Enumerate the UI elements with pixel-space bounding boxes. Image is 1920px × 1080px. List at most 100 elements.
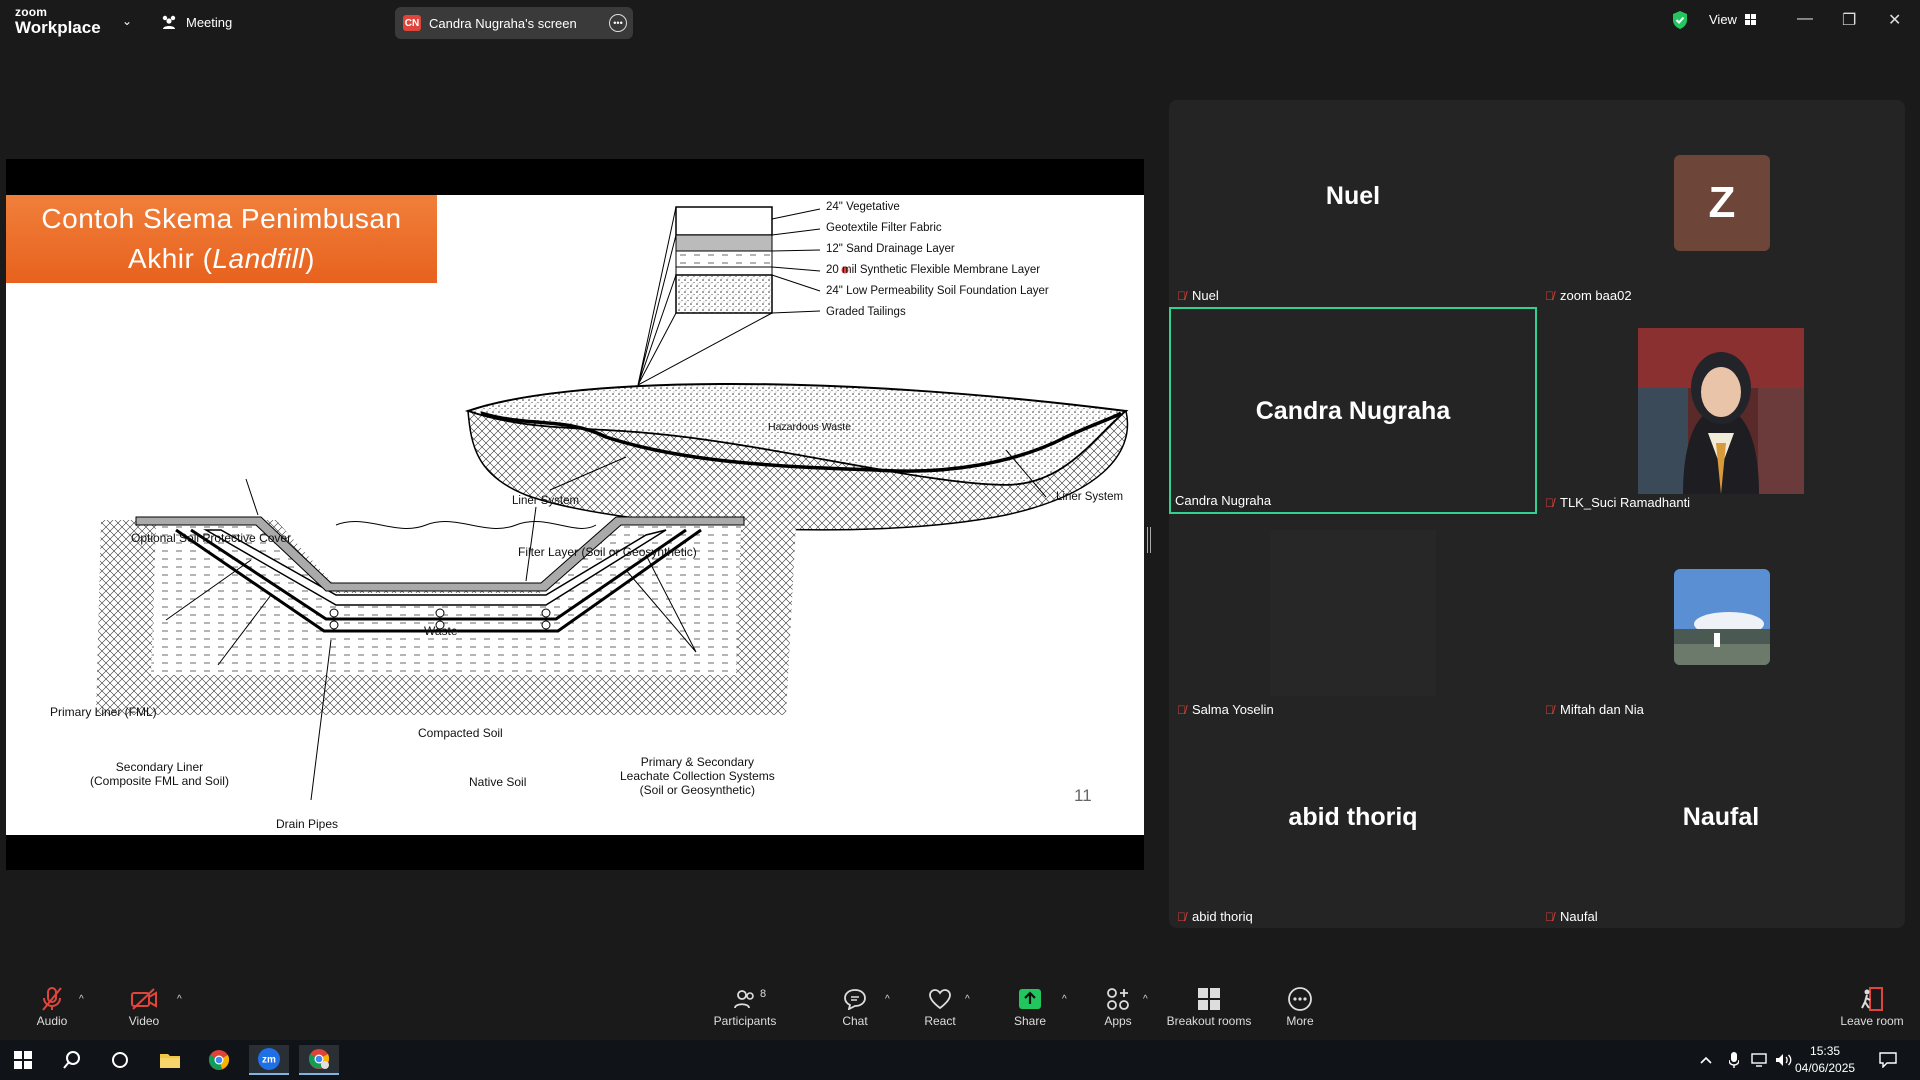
volume-icon[interactable] bbox=[1772, 1045, 1796, 1075]
os-taskbar: zm 15:35 04/06/2025 bbox=[0, 1040, 1920, 1080]
chrome-profile-icon[interactable] bbox=[299, 1045, 339, 1075]
mic-muted-icon: 🎙̸ bbox=[1177, 702, 1186, 717]
minimize-icon[interactable]: — bbox=[1797, 10, 1813, 28]
participant-label: 🎙̸ Naufal bbox=[1545, 909, 1598, 924]
participant-placeholder bbox=[1270, 530, 1436, 696]
video-button[interactable]: Video bbox=[124, 984, 164, 1028]
participant-tile[interactable]: 🎙̸ Miftah dan Nia bbox=[1537, 514, 1905, 721]
waste-label: Waste bbox=[424, 624, 458, 638]
layer-label-5: 24" Low Permeability Soil Foundation Lay… bbox=[826, 285, 1049, 297]
participant-name: Salma Yoselin bbox=[1192, 702, 1274, 717]
share-options-caret[interactable]: ^ bbox=[1062, 994, 1067, 1005]
layer-label-2: Geotextile Filter Fabric bbox=[826, 222, 942, 234]
leave-room-button[interactable]: Leave room bbox=[1836, 984, 1908, 1028]
apps-button[interactable]: Apps bbox=[1098, 984, 1138, 1028]
chat-button[interactable]: Chat bbox=[835, 984, 875, 1028]
participant-tile[interactable]: Nuel 🎙̸ Nuel bbox=[1169, 100, 1537, 307]
participant-label: 🎙̸ zoom baa02 bbox=[1545, 288, 1632, 303]
chevron-up-icon[interactable] bbox=[1694, 1045, 1718, 1075]
participant-label: 🎙̸ abid thoriq bbox=[1177, 909, 1253, 924]
file-explorer-icon[interactable] bbox=[150, 1045, 190, 1075]
meeting-toolbar: Audio ^ Video ^ 8 Participants Chat ^ Re… bbox=[0, 980, 1920, 1040]
liner-system-right-label: Liner System bbox=[1056, 491, 1124, 503]
breakout-rooms-label: Breakout rooms bbox=[1166, 1014, 1252, 1028]
participants-button[interactable]: 8 Participants bbox=[710, 984, 780, 1028]
windows-start-icon[interactable] bbox=[3, 1045, 43, 1075]
breakout-rooms-icon bbox=[1163, 984, 1255, 1014]
participant-tile[interactable]: abid thoriq 🎙̸ abid thoriq bbox=[1169, 721, 1537, 928]
layer-label-1: 24" Vegetative bbox=[826, 201, 900, 213]
breakout-rooms-button[interactable]: Breakout rooms bbox=[1163, 984, 1255, 1028]
mic-muted-icon: 🎙̸ bbox=[1177, 288, 1186, 303]
chevron-down-icon[interactable]: ⌄ bbox=[122, 14, 132, 28]
audio-label: Audio bbox=[36, 1014, 68, 1028]
clock-time: 15:35 bbox=[1810, 1044, 1841, 1058]
participant-display-name: Nuel bbox=[1325, 182, 1381, 210]
avatar: Z bbox=[1674, 155, 1770, 251]
video-options-caret[interactable]: ^ bbox=[177, 994, 182, 1005]
participants-label: Participants bbox=[713, 1014, 777, 1028]
participant-tile[interactable]: 🎙̸ Salma Yoselin bbox=[1169, 514, 1537, 721]
leachate-line3: (Soil or Geosynthetic) bbox=[639, 783, 756, 797]
mic-muted-icon bbox=[32, 984, 72, 1014]
video-label: Video bbox=[128, 1014, 160, 1028]
grid-icon bbox=[1744, 14, 1756, 25]
zoom-app-icon[interactable]: zm bbox=[249, 1045, 289, 1075]
participant-display-name: abid thoriq bbox=[1288, 803, 1418, 831]
audio-options-caret[interactable]: ^ bbox=[79, 994, 84, 1005]
leachate-label: Primary & Secondary Leachate Collection … bbox=[620, 755, 775, 797]
network-icon[interactable] bbox=[1748, 1045, 1772, 1075]
participant-tile[interactable]: 🎙̸ TLK_Suci Ramadhanti bbox=[1537, 307, 1905, 514]
liner-system-left-label: Liner System bbox=[512, 495, 580, 507]
participant-label: 🎙̸ Salma Yoselin bbox=[1177, 702, 1274, 717]
layer-label-6: Graded Tailings bbox=[826, 306, 906, 318]
system-clock[interactable]: 15:35 04/06/2025 bbox=[1795, 1043, 1855, 1077]
chat-label: Chat bbox=[842, 1014, 868, 1028]
screen-share-tab[interactable]: CN Candra Nugraha's screen ••• bbox=[395, 7, 633, 39]
participant-display-name: Naufal bbox=[1682, 803, 1760, 831]
apps-label: Apps bbox=[1104, 1014, 1132, 1028]
react-options-caret[interactable]: ^ bbox=[965, 994, 970, 1005]
task-view-icon[interactable] bbox=[100, 1045, 140, 1075]
participants-icon: 8 bbox=[710, 984, 780, 1014]
participant-name: abid thoriq bbox=[1192, 909, 1253, 924]
slide-page-number: 11 bbox=[1074, 786, 1092, 805]
participant-name: Nuel bbox=[1192, 288, 1219, 303]
meeting-menu[interactable]: Meeting bbox=[160, 14, 232, 30]
participant-tile[interactable]: Z 🎙̸ zoom baa02 bbox=[1537, 100, 1905, 307]
chat-options-caret[interactable]: ^ bbox=[885, 994, 890, 1005]
search-icon[interactable] bbox=[52, 1045, 92, 1075]
share-button[interactable]: Share bbox=[1010, 984, 1050, 1028]
react-button[interactable]: React bbox=[920, 984, 960, 1028]
participant-tile[interactable]: Naufal 🎙̸ Naufal bbox=[1537, 721, 1905, 928]
close-icon[interactable]: ✕ bbox=[1888, 10, 1901, 30]
secondary-liner-line1: Secondary Liner bbox=[115, 760, 204, 774]
participant-gallery: Nuel 🎙̸ Nuel Z 🎙̸ zoom baa02 Candra Nugrah… bbox=[1169, 100, 1905, 928]
clock-date: 04/06/2025 bbox=[1795, 1061, 1856, 1075]
leave-room-label: Leave room bbox=[1840, 1014, 1904, 1028]
participant-name: Candra Nugraha bbox=[1175, 493, 1272, 508]
participant-display-name: Candra Nugraha bbox=[1255, 397, 1451, 425]
restore-icon[interactable]: ❐ bbox=[1842, 10, 1856, 30]
meeting-icon bbox=[162, 15, 176, 29]
more-options-icon[interactable]: ••• bbox=[609, 14, 627, 32]
leave-icon bbox=[1836, 984, 1908, 1014]
encryption-shield-icon[interactable] bbox=[1671, 10, 1689, 30]
view-button[interactable]: View bbox=[1709, 12, 1756, 27]
audio-button[interactable]: Audio bbox=[32, 984, 72, 1028]
participant-tile-active-speaker[interactable]: Candra Nugraha Candra Nugraha bbox=[1169, 307, 1537, 514]
chat-icon bbox=[835, 984, 875, 1014]
resize-handle[interactable] bbox=[1147, 527, 1151, 553]
microphone-icon[interactable] bbox=[1722, 1045, 1746, 1075]
sharer-badge: CN bbox=[403, 15, 421, 31]
shared-screen[interactable]: Contoh Skema Penimbusan Akhir (Landfill) bbox=[6, 159, 1144, 870]
apps-options-caret[interactable]: ^ bbox=[1143, 994, 1148, 1005]
mic-muted-icon: 🎙̸ bbox=[1545, 288, 1554, 303]
view-label: View bbox=[1709, 12, 1737, 27]
more-button[interactable]: More bbox=[1280, 984, 1320, 1028]
participant-avatar-photo bbox=[1674, 569, 1770, 665]
mic-muted-icon: 🎙̸ bbox=[1545, 495, 1554, 510]
chrome-icon[interactable] bbox=[199, 1045, 239, 1075]
notifications-icon[interactable] bbox=[1868, 1045, 1908, 1075]
mic-muted-icon: 🎙̸ bbox=[1177, 909, 1186, 924]
